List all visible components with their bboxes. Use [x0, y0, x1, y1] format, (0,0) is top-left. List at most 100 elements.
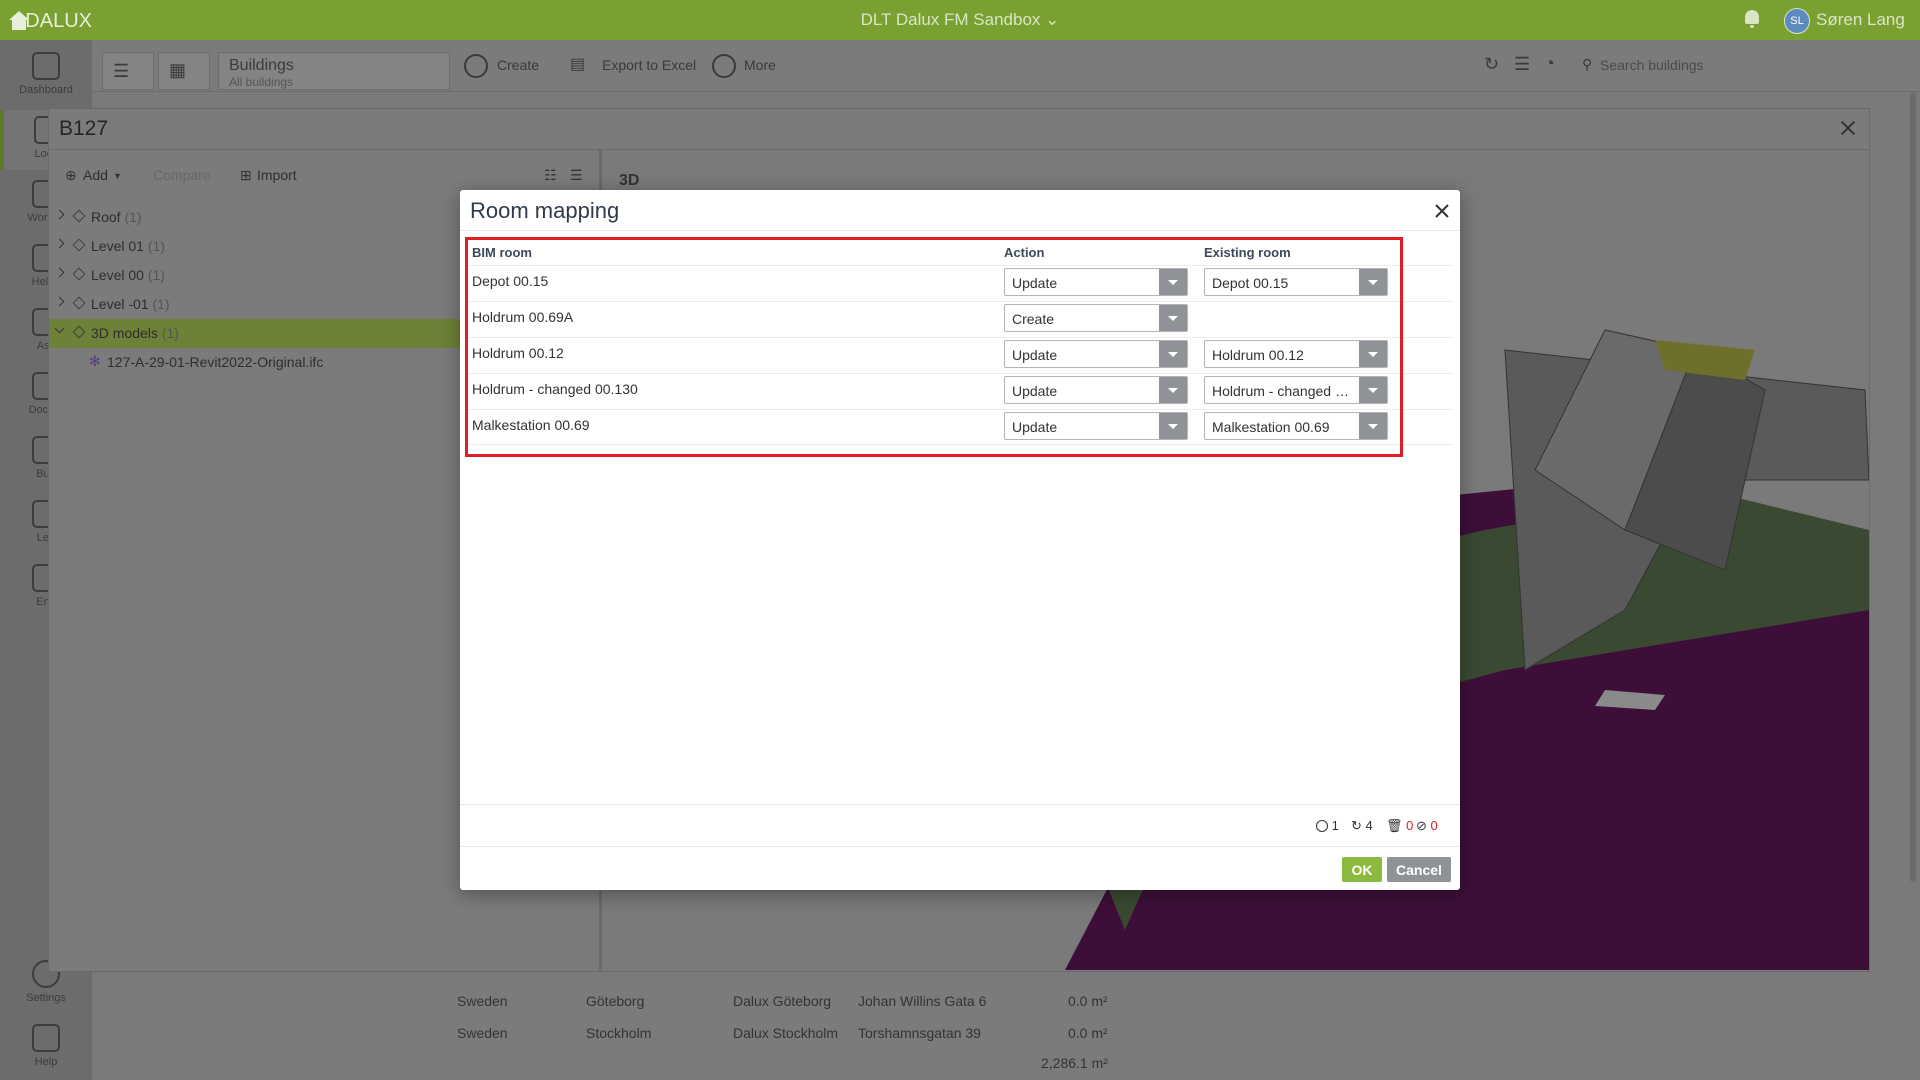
- building-filter-button[interactable]: ▦: [158, 52, 210, 90]
- compare-button[interactable]: Compare: [153, 167, 211, 183]
- panel-title: B127: [59, 117, 109, 140]
- existing-room-value: Holdrum 00.12: [1212, 347, 1304, 363]
- total-area: 2,286.1 m²: [1041, 1055, 1108, 1071]
- cell-address: Torshamnsgatan 39: [858, 1025, 981, 1041]
- action-select[interactable]: Update: [1004, 268, 1188, 296]
- chevron-down-icon[interactable]: [1359, 341, 1387, 367]
- chevron-down-icon[interactable]: [1159, 377, 1187, 403]
- nav-label: Dashboard: [19, 84, 73, 96]
- buildings-title: Buildings: [229, 57, 294, 74]
- cell-city: Stockholm: [586, 1025, 652, 1041]
- divider: [460, 804, 1460, 805]
- bim-room-name: Holdrum - changed 00.130: [472, 381, 638, 397]
- close-icon[interactable]: [1839, 119, 1857, 137]
- action-select[interactable]: Update: [1004, 376, 1188, 404]
- tree-item-label: Roof (1): [91, 209, 142, 225]
- tree-view-icon[interactable]: ☷: [544, 167, 557, 184]
- action-select[interactable]: Update: [1004, 340, 1188, 368]
- cell-area: 0.0 m²: [1068, 1025, 1108, 1041]
- column-header-action: Action: [1004, 245, 1045, 260]
- chevron-down-icon[interactable]: [1159, 305, 1187, 331]
- action-value: Update: [1012, 419, 1058, 435]
- ifc-icon: ✻: [89, 353, 101, 369]
- mapping-summary: 1 ↻ 4 🗑 0 ⊘ 0: [1316, 818, 1456, 834]
- chevron-down-icon[interactable]: [54, 323, 65, 334]
- action-select[interactable]: Update: [1004, 412, 1188, 440]
- cancel-button[interactable]: Cancel: [1387, 857, 1451, 882]
- close-icon[interactable]: [1433, 202, 1450, 219]
- list-columns-icon[interactable]: ☰: [1514, 54, 1530, 75]
- column-header-bim-room: BIM room: [472, 245, 532, 260]
- existing-room-select[interactable]: Depot 00.15: [1204, 268, 1388, 296]
- project-selector[interactable]: DLT Dalux FM Sandbox ⌄: [0, 10, 1920, 30]
- existing-room-select[interactable]: Holdrum 00.12: [1204, 340, 1388, 368]
- chevron-down-icon[interactable]: [1159, 269, 1187, 295]
- tree-item-label: Level 00 (1): [91, 267, 165, 283]
- layers-icon: [72, 267, 86, 281]
- table-row: Malkestation 00.69 Update Malkestation 0…: [466, 409, 1454, 445]
- nav-label: Settings: [26, 992, 66, 1004]
- table-row: Holdrum 00.69A Create: [466, 301, 1454, 337]
- chevron-down-icon[interactable]: [1159, 341, 1187, 367]
- buildings-subtitle: All buildings: [229, 75, 294, 89]
- chevron-right-icon[interactable]: [54, 267, 65, 278]
- ok-button[interactable]: OK: [1342, 857, 1382, 882]
- chevron-down-icon[interactable]: [1359, 377, 1387, 403]
- buildings-table-remnant: Sweden Göteborg Dalux Göteborg Johan Wil…: [452, 985, 1920, 1080]
- more-button[interactable]: More: [744, 57, 776, 73]
- avatar[interactable]: SL: [1784, 8, 1810, 34]
- cell-address: Johan Willins Gata 6: [858, 993, 987, 1009]
- cell-country: Sweden: [457, 993, 508, 1009]
- chevron-right-icon[interactable]: [54, 238, 65, 249]
- unlink-icon: ⊘: [1416, 818, 1427, 833]
- buildings-toolbar: ☰ ▦ Buildings All buildings Create ▤ Exp…: [92, 40, 1920, 92]
- chevron-down-icon[interactable]: [1359, 269, 1387, 295]
- table-row[interactable]: Sweden Göteborg Dalux Göteborg Johan Wil…: [452, 985, 1920, 1017]
- plus-circle-icon: [1316, 820, 1328, 832]
- nav-item-dashboard[interactable]: Dashboard: [0, 46, 92, 106]
- existing-room-select[interactable]: Holdrum - changed 0...: [1204, 376, 1388, 404]
- page-scrollbar[interactable]: [1910, 92, 1916, 882]
- table-total-row: 2,286.1 m²: [452, 1047, 1920, 1079]
- action-value: Update: [1012, 383, 1058, 399]
- list-icon: ☰: [113, 61, 130, 81]
- import-button[interactable]: Import: [257, 167, 297, 183]
- nav-label: Help: [34, 1056, 58, 1068]
- room-mapping-dialog: Room mapping BIM room Action Existing ro…: [460, 190, 1460, 890]
- grid-icon: [32, 52, 60, 80]
- list-view-button[interactable]: ☰: [102, 52, 154, 90]
- divider: [460, 846, 1460, 847]
- layers-icon: [72, 296, 86, 310]
- buildings-selector[interactable]: Buildings All buildings: [218, 52, 450, 90]
- add-button[interactable]: Add: [83, 167, 108, 183]
- dialog-title: Room mapping: [470, 198, 620, 223]
- bell-icon[interactable]: [1743, 9, 1761, 29]
- table-row[interactable]: Sweden Stockholm Dalux Stockholm Torsham…: [452, 1017, 1920, 1049]
- top-bar: DALUX DLT Dalux FM Sandbox ⌄ SL Søren La…: [0, 0, 1920, 40]
- create-count: 1: [1316, 818, 1339, 833]
- cell-name: Dalux Stockholm: [733, 1025, 839, 1041]
- bim-room-name: Holdrum 00.12: [472, 345, 564, 361]
- user-name[interactable]: Søren Lang: [1816, 10, 1905, 30]
- existing-room-select[interactable]: Malkestation 00.69: [1204, 412, 1388, 440]
- search-input[interactable]: Search buildings: [1600, 57, 1704, 73]
- column-header-existing-room: Existing room: [1204, 245, 1291, 260]
- chevron-down-icon[interactable]: [1159, 413, 1187, 439]
- more-icon: [712, 54, 736, 78]
- chevron-down-icon: ⌄: [1045, 10, 1060, 29]
- export-excel-button[interactable]: Export to Excel: [602, 57, 696, 73]
- chevron-right-icon[interactable]: [54, 296, 65, 307]
- nav-item-help[interactable]: Help: [0, 1018, 92, 1078]
- chevron-down-icon[interactable]: [1359, 413, 1387, 439]
- pie-chart-icon[interactable]: ◔: [1544, 53, 1555, 74]
- tree-item-label: 3D models (1): [91, 325, 179, 341]
- bim-room-name: Malkestation 00.69: [472, 417, 590, 433]
- search-icon: ⚲: [1582, 56, 1593, 72]
- list-view-icon[interactable]: ☰: [570, 167, 583, 184]
- refresh-icon[interactable]: ↻: [1484, 54, 1499, 75]
- chevron-down-icon: ▾: [115, 171, 121, 182]
- bim-room-name: Depot 00.15: [472, 273, 549, 289]
- action-select[interactable]: Create: [1004, 304, 1188, 332]
- chevron-right-icon[interactable]: [54, 209, 65, 220]
- create-button[interactable]: Create: [497, 57, 539, 73]
